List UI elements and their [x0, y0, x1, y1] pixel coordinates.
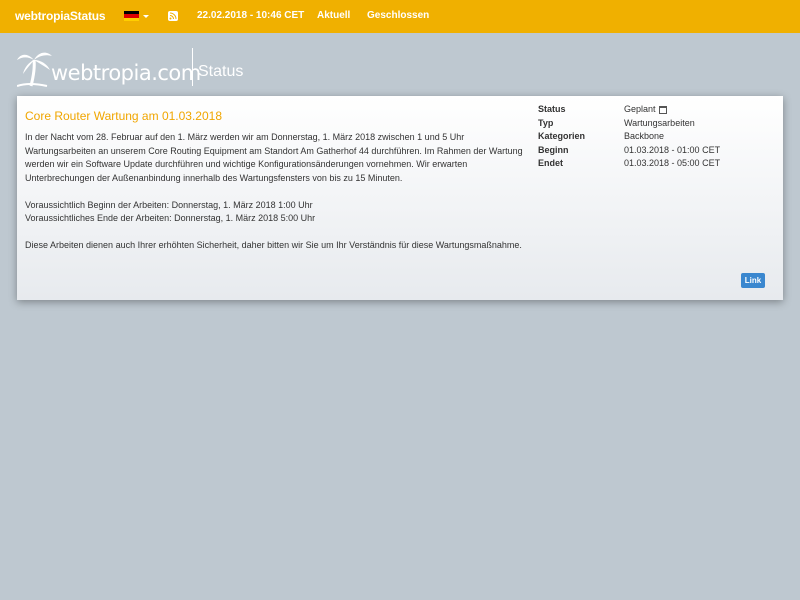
incident-title: Core Router Wartung am 01.03.2018: [25, 109, 222, 123]
brand-link[interactable]: webtropiaStatus: [15, 9, 106, 23]
meta-row-categories: Kategorien Backbone: [538, 130, 720, 144]
current-datetime: 22.02.2018 - 10:46 CET: [197, 10, 305, 21]
chevron-down-icon: [143, 14, 149, 18]
palm-tree-icon: [17, 52, 52, 87]
meta-key: Status: [538, 104, 566, 114]
meta-value: 01.03.2018 - 05:00 CET: [624, 158, 721, 168]
description-paragraph: Diese Arbeiten dienen auch Ihrer erhöhte…: [25, 240, 522, 250]
webtropia-logo: webtropia.com Status: [17, 46, 257, 91]
link-button[interactable]: Link: [741, 273, 765, 288]
meta-row-type: Typ Wartungsarbeiten: [538, 117, 720, 131]
language-dropdown[interactable]: [124, 11, 149, 21]
meta-value-wrapper: Geplant: [624, 103, 667, 117]
top-navbar: webtropiaStatus 22.02.2018 - 10:46 CET A…: [0, 0, 800, 33]
meta-key: Typ: [538, 117, 554, 128]
logo-divider: [192, 48, 193, 86]
incident-panel: Core Router Wartung am 01.03.2018 In der…: [17, 96, 783, 300]
meta-key: Beginn: [538, 144, 569, 155]
meta-row-end: Endet 01.03.2018 - 05:00 CET: [538, 157, 720, 171]
meta-key: Endet: [538, 158, 564, 168]
logo-wordmark: webtropia.com: [51, 61, 201, 85]
description-line: Voraussichtlich Beginn der Arbeiten: Don…: [25, 199, 313, 210]
description-line: Voraussichtliches Ende der Arbeiten: Don…: [25, 213, 316, 223]
logo-status-label: Status: [198, 63, 244, 80]
rss-feed-icon[interactable]: [168, 11, 178, 21]
meta-row-begin: Beginn 01.03.2018 - 01:00 CET: [538, 144, 720, 158]
calendar-icon: [658, 105, 667, 114]
german-flag-icon: [124, 11, 139, 21]
meta-value: Geplant: [624, 104, 656, 114]
meta-row-status: Status Geplant: [538, 103, 720, 117]
nav-link-current[interactable]: Aktuell: [317, 10, 350, 21]
nav-link-closed[interactable]: Geschlossen: [367, 10, 429, 21]
meta-key: Kategorien: [538, 131, 586, 141]
meta-value: Backbone: [624, 131, 665, 141]
meta-value: 01.03.2018 - 01:00 CET: [624, 144, 721, 155]
incident-meta-table: Status Geplant Typ Wartungsarbeiten Kate…: [538, 103, 720, 171]
meta-value: Wartungsarbeiten: [624, 117, 695, 128]
incident-description: In der Nacht vom 28. Februar auf den 1. …: [25, 131, 525, 266]
description-paragraph: In der Nacht vom 28. Februar auf den 1. …: [25, 132, 523, 183]
